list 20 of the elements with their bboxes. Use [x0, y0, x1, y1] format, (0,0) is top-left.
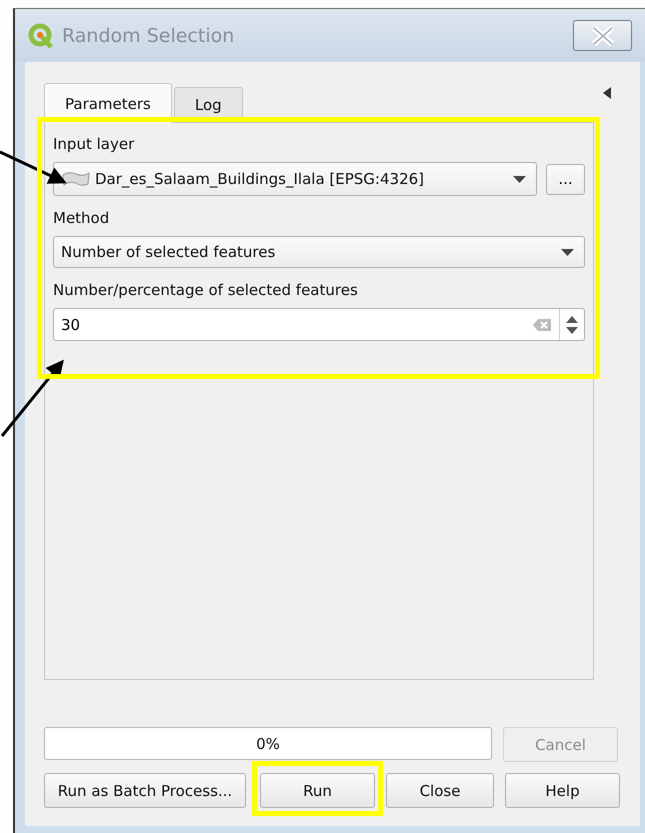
field-label: Method: [53, 209, 110, 227]
close-button[interactable]: Close: [386, 773, 494, 808]
spin-arrows-icon[interactable]: [566, 314, 578, 334]
number-field[interactable]: 30: [54, 309, 533, 340]
field-label: Input layer: [53, 135, 134, 153]
collapse-arrow-icon[interactable]: [603, 87, 611, 99]
app-logo-icon: [28, 22, 54, 48]
caret-icon: [561, 248, 574, 256]
browse-button[interactable]: ...: [546, 164, 585, 194]
window-title: Random Selection: [62, 24, 236, 46]
number-spinbox[interactable]: 30: [53, 308, 585, 341]
method-dropdown[interactable]: Number of selected features: [53, 236, 585, 268]
batch-button[interactable]: Run as Batch Process...: [44, 773, 246, 808]
polygon-layer-icon: [61, 170, 91, 188]
run-button[interactable]: Run: [260, 773, 375, 808]
layer-dropdown[interactable]: Dar_es_Salaam_Buildings_Ilala [EPSG:4326]: [53, 162, 537, 196]
help-button[interactable]: Help: [505, 773, 620, 808]
caret-icon: [513, 176, 526, 182]
close-icon[interactable]: [573, 20, 632, 51]
field-label: Number/percentage of selected features: [53, 281, 358, 299]
